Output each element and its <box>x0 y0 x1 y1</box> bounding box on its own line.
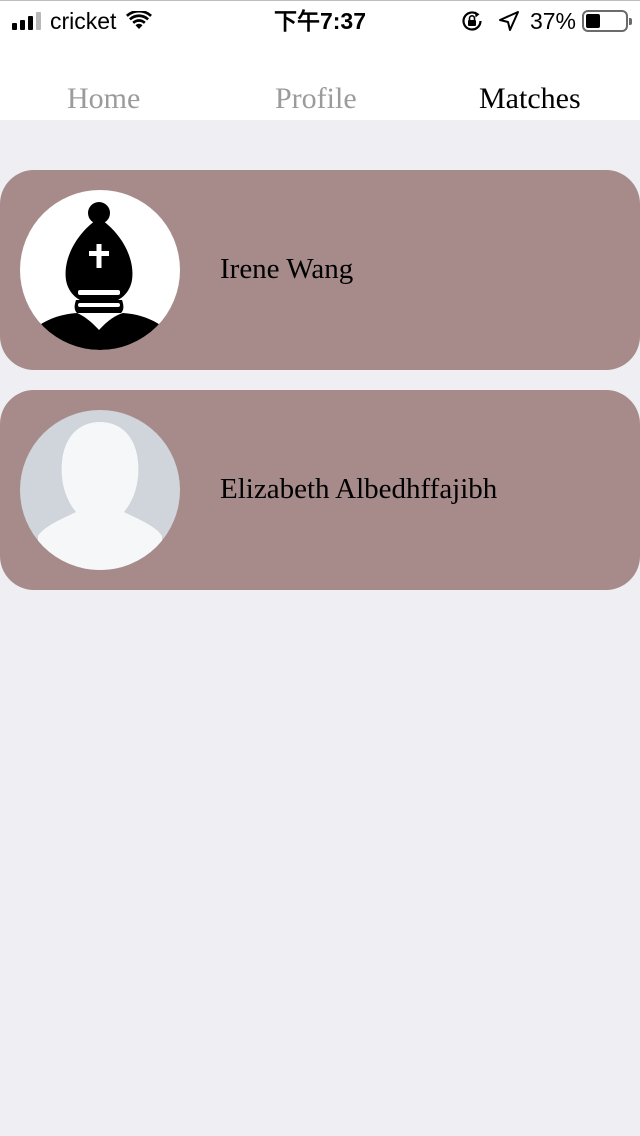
tab-home[interactable]: Home <box>67 82 140 116</box>
top-tab-bar: Home Profile Matches <box>0 40 640 120</box>
avatar <box>20 190 180 350</box>
location-arrow-icon <box>498 11 519 31</box>
tab-profile[interactable]: Profile <box>275 82 357 116</box>
avatar <box>20 410 180 570</box>
default-avatar-icon <box>38 422 162 570</box>
chess-bishop-icon <box>38 202 162 350</box>
battery-icon <box>582 10 632 32</box>
match-card[interactable]: Elizabeth Albedhffajibh <box>0 390 640 590</box>
status-bar-right: 37% <box>460 8 632 34</box>
battery-percent: 37% <box>529 8 576 34</box>
orientation-lock-icon <box>462 11 482 31</box>
match-name: Irene Wang <box>220 253 354 285</box>
status-bar: cricket 下午7:37 37% <box>0 0 640 40</box>
match-name: Elizabeth Albedhffajibh <box>220 473 498 505</box>
battery-level <box>586 14 601 28</box>
tab-matches[interactable]: Matches <box>479 82 581 116</box>
match-card[interactable]: Irene Wang <box>0 170 640 370</box>
